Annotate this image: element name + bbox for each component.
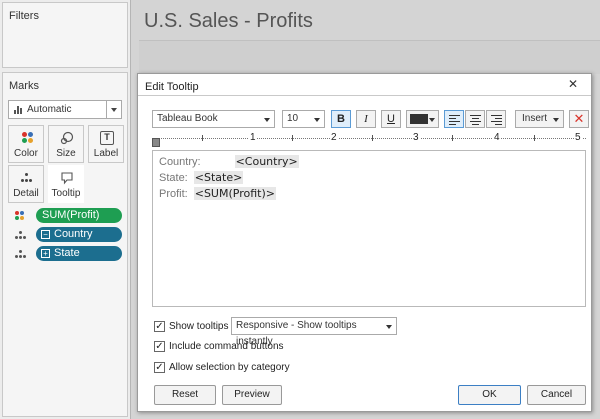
ruler-mark-4: 4 (493, 132, 501, 143)
color-button-label: Color (14, 148, 38, 159)
marks-title: Marks (9, 80, 39, 92)
dialog-title: Edit Tooltip (145, 81, 199, 93)
show-tooltips-label: Show tooltips (169, 321, 229, 332)
clear-formatting-x-icon[interactable]: ✕ (569, 110, 589, 128)
ruler-tick (292, 135, 293, 141)
ruler-mark-3: 3 (412, 132, 420, 143)
italic-button[interactable]: I (356, 110, 376, 128)
align-center-button[interactable] (465, 110, 485, 128)
chevron-down-icon (429, 118, 435, 122)
map-view[interactable] (139, 40, 600, 74)
chevron-down-icon (264, 118, 270, 122)
align-center-icon (470, 115, 481, 125)
insert-menu-button[interactable]: Insert (515, 110, 564, 128)
bar-chart-icon (14, 106, 24, 114)
bold-button[interactable]: B (331, 110, 351, 128)
ruler-mark-5: 5 (574, 132, 582, 143)
ruler-line (154, 138, 586, 139)
pill-label: Country (54, 228, 93, 240)
size-button[interactable]: Size (48, 125, 84, 163)
cancel-button[interactable]: Cancel (527, 385, 586, 405)
tooltip-button-label: Tooltip (51, 188, 81, 199)
chevron-down-icon (314, 118, 320, 122)
line-label: Country: (159, 156, 201, 168)
font-size-select[interactable]: 10 (282, 110, 325, 128)
detail-button-label: Detail (13, 188, 39, 199)
mark-type-value: Automatic (27, 104, 72, 115)
marks-card: Marks Automatic Color Size T Label Detai… (2, 72, 128, 417)
mark-type-dropdown[interactable]: Automatic (8, 100, 122, 119)
field-state[interactable]: <State> (193, 171, 244, 184)
expand-icon[interactable]: + (41, 249, 50, 258)
editor-line-country: Country: <Country> (159, 155, 299, 169)
color-button[interactable]: Color (8, 125, 44, 163)
align-left-button[interactable] (444, 110, 464, 128)
line-label: Profit: (159, 188, 188, 200)
underline-button[interactable]: U (381, 110, 401, 128)
line-label: State: (159, 172, 188, 184)
close-icon[interactable]: ✕ (560, 77, 586, 92)
tooltip-editor[interactable]: Country: <Country> State: <State> Profit: <… (152, 150, 586, 307)
left-pane: Filters Marks Automatic Color Size T Lab… (0, 0, 131, 419)
tooltip-button[interactable]: Tooltip (48, 165, 84, 203)
ruler: 1 2 3 4 5 (152, 132, 586, 147)
title-divider (138, 95, 591, 96)
detail-button[interactable]: Detail (8, 165, 44, 203)
color-dots-icon (15, 211, 27, 221)
align-right-icon (491, 115, 502, 125)
detail-dots-icon (15, 250, 27, 260)
label-button[interactable]: T Label (88, 125, 124, 163)
field-country[interactable]: <Country> (234, 155, 299, 168)
allow-selection-label: Allow selection by category (169, 362, 290, 373)
size-button-label: Size (56, 148, 76, 159)
font-family-value: Tableau Book (157, 113, 218, 124)
pill-sum-profit[interactable]: SUM(Profit) (36, 208, 122, 223)
text-color-picker[interactable] (406, 110, 439, 128)
edit-tooltip-dialog: Edit Tooltip ✕ Tableau Book 10 B I U Ins… (137, 73, 592, 412)
ruler-tick (452, 135, 453, 141)
include-command-buttons-checkbox[interactable]: ✓ (154, 341, 165, 352)
sheet-title: U.S. Sales - Profits (144, 10, 313, 32)
detail-dots-icon (15, 231, 27, 241)
preview-button[interactable]: Preview (222, 385, 282, 405)
filters-title: Filters (9, 10, 39, 22)
color-swatch (410, 114, 428, 124)
indent-marker[interactable] (152, 138, 160, 147)
pill-country[interactable]: − Country (36, 227, 122, 242)
label-t-icon: T (100, 131, 114, 145)
field-sum-profit[interactable]: <SUM(Profit)> (193, 187, 276, 200)
ruler-mark-2: 2 (330, 132, 338, 143)
font-family-select[interactable]: Tableau Book (152, 110, 275, 128)
pill-label: SUM(Profit) (42, 209, 100, 221)
insert-label: Insert (522, 113, 548, 124)
show-tooltips-checkbox[interactable]: ✓ (154, 321, 165, 332)
filters-shelf[interactable]: Filters (2, 2, 128, 68)
ruler-tick (372, 135, 373, 141)
chevron-down-icon[interactable] (106, 101, 121, 118)
font-size-value: 10 (287, 113, 299, 124)
chevron-down-icon (386, 325, 392, 329)
reset-button[interactable]: Reset (154, 385, 216, 405)
ruler-tick (202, 135, 203, 141)
ruler-mark-1: 1 (249, 132, 257, 143)
collapse-icon[interactable]: − (41, 230, 50, 239)
allow-selection-checkbox[interactable]: ✓ (154, 362, 165, 373)
align-left-icon (449, 115, 460, 125)
size-icon (60, 131, 74, 145)
ok-button[interactable]: OK (458, 385, 521, 405)
detail-dots-icon (20, 171, 34, 185)
ruler-tick (534, 135, 535, 141)
label-button-label: Label (93, 148, 119, 159)
pill-label: State (54, 247, 80, 259)
tooltip-mode-select[interactable]: Responsive - Show tooltips instantly (231, 317, 397, 347)
chevron-down-icon (553, 118, 559, 122)
tooltip-icon (61, 172, 73, 185)
color-dots-icon (20, 131, 34, 145)
align-right-button[interactable] (486, 110, 506, 128)
editor-line-state: State: <State> (159, 171, 244, 185)
editor-line-profit: Profit: <SUM(Profit)> (159, 187, 276, 201)
include-command-buttons-label: Include command buttons (169, 341, 284, 352)
pill-state[interactable]: + State (36, 246, 122, 261)
